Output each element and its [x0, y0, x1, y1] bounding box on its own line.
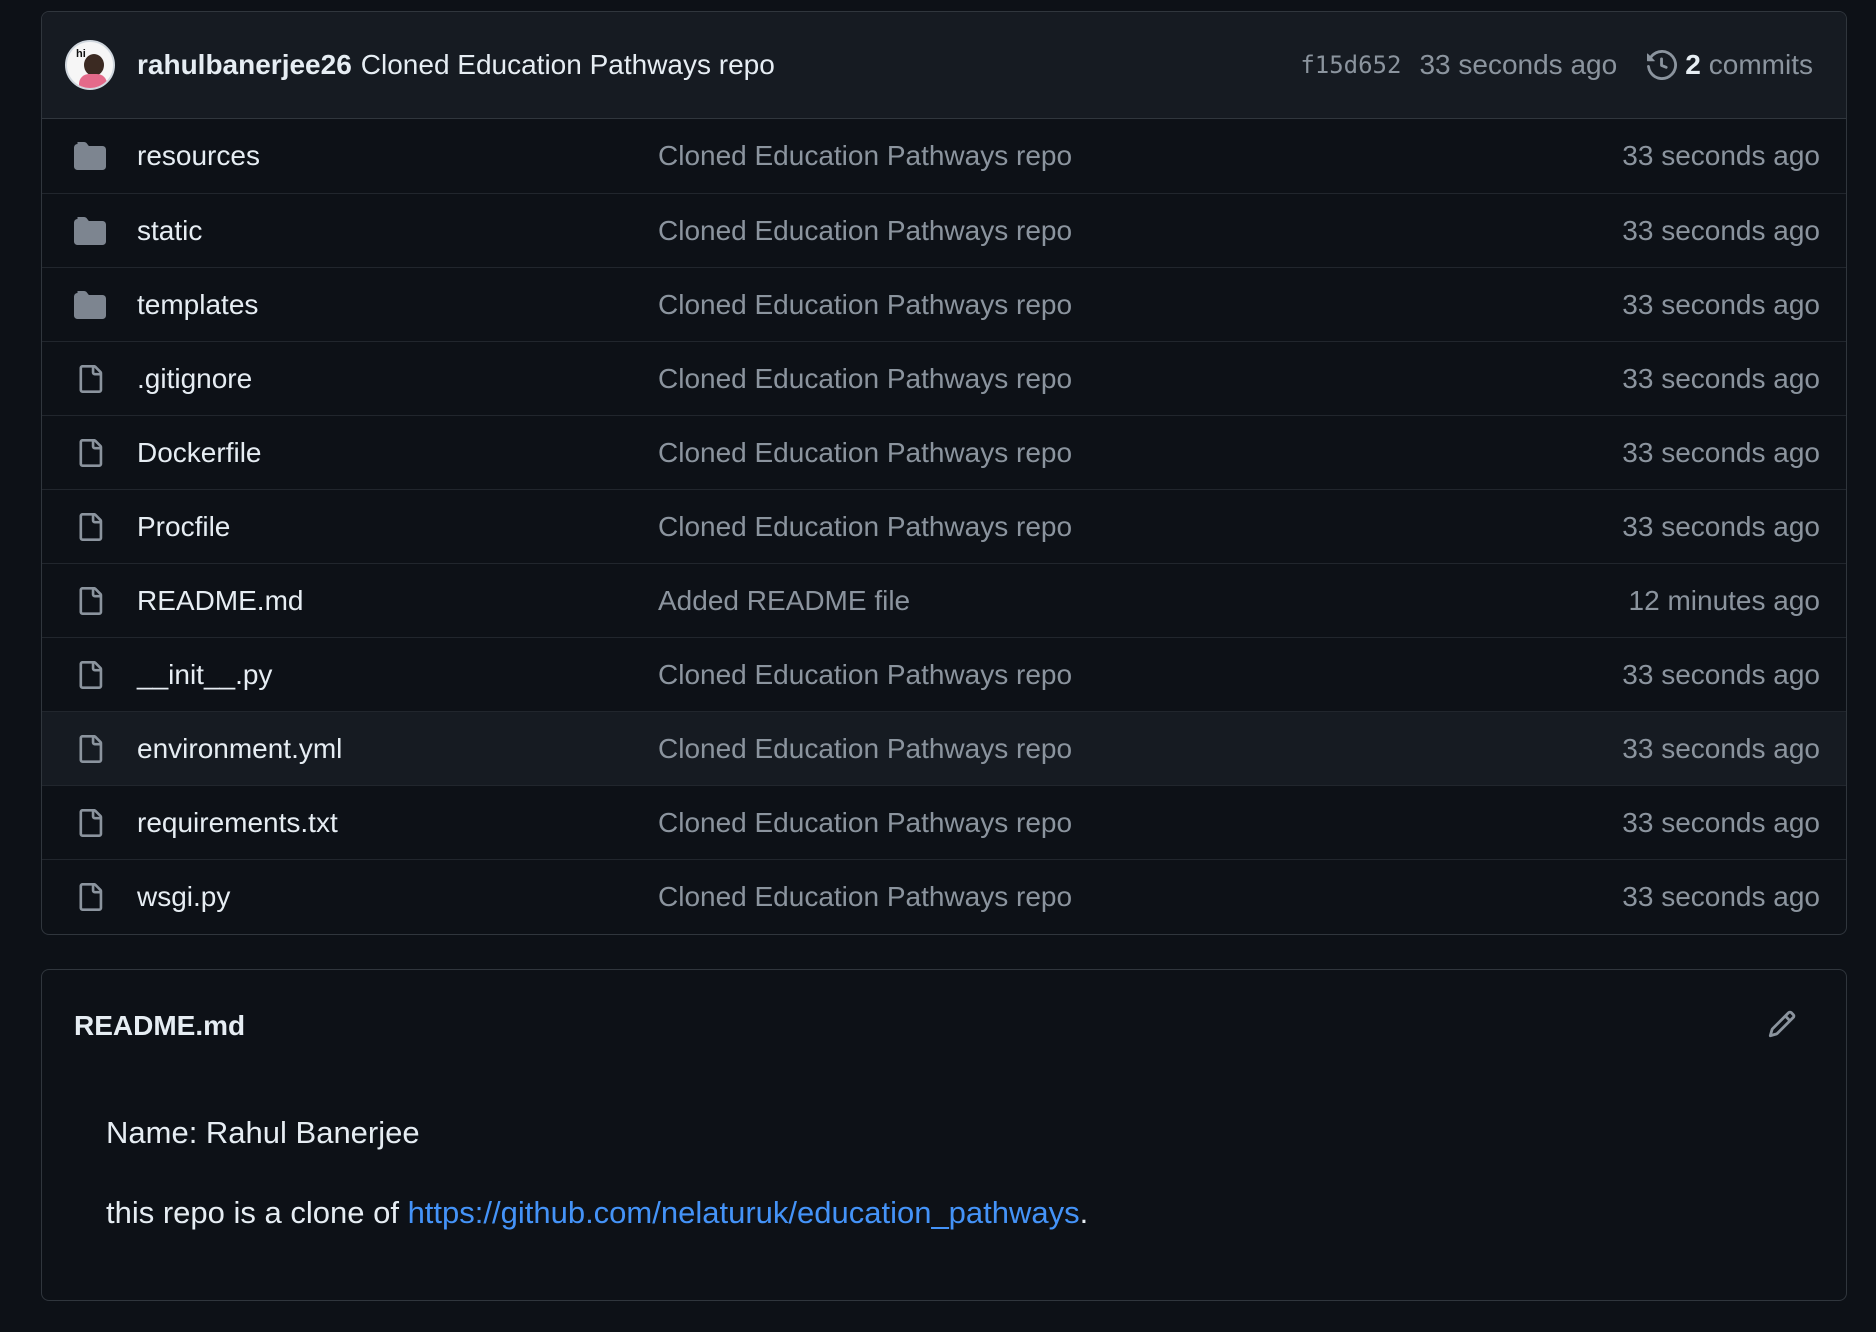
file-icon [73, 364, 107, 394]
file-icon [73, 660, 107, 690]
file-browser: hi rahulbanerjee26 Cloned Education Path… [41, 11, 1847, 935]
file-commit-message-link[interactable]: Cloned Education Pathways repo [658, 659, 1072, 691]
edit-readme-button[interactable] [1764, 1006, 1800, 1042]
file-list: resources Cloned Education Pathways repo 3… [42, 119, 1846, 933]
commits-label: commits [1708, 49, 1813, 80]
author-avatar[interactable]: hi [65, 40, 115, 90]
readme-title[interactable]: README.md [74, 1010, 245, 1042]
file-name-link[interactable]: resources [137, 140, 260, 172]
folder-icon [73, 290, 107, 320]
file-commit-message-link[interactable]: Cloned Education Pathways repo [658, 807, 1072, 839]
file-icon [73, 438, 107, 468]
file-name-link[interactable]: __init__.py [137, 659, 272, 691]
file-name-link[interactable]: templates [137, 289, 258, 321]
file-row[interactable]: wsgi.py Cloned Education Pathways repo 33 … [42, 859, 1846, 933]
readme-name-line: Name: Rahul Banerjee [106, 1115, 420, 1150]
file-row[interactable]: Procfile Cloned Education Pathways repo 33… [42, 489, 1846, 563]
file-commit-time: 33 seconds ago [1622, 362, 1820, 394]
history-icon [1647, 50, 1678, 80]
pencil-icon [1768, 1010, 1796, 1038]
file-commit-time: 33 seconds ago [1622, 732, 1820, 764]
file-row[interactable]: __init__.py Cloned Education Pathways rep… [42, 637, 1846, 711]
file-name-link[interactable]: .gitignore [137, 363, 252, 395]
file-row[interactable]: resources Cloned Education Pathways repo 3… [42, 119, 1846, 193]
file-commit-time: 33 seconds ago [1622, 510, 1820, 542]
file-name-link[interactable]: Dockerfile [137, 437, 261, 469]
file-icon [73, 512, 107, 542]
avatar-text: hi [76, 48, 86, 60]
file-commit-message-link[interactable]: Cloned Education Pathways repo [658, 733, 1072, 765]
readme-clone-text: this repo is a clone of [106, 1195, 408, 1230]
file-name-link[interactable]: static [137, 215, 202, 247]
file-commit-message-link[interactable]: Cloned Education Pathways repo [658, 511, 1072, 543]
commits-history-link[interactable]: 2 commits [1647, 49, 1813, 81]
file-commit-time: 12 minutes ago [1628, 584, 1820, 616]
file-icon [73, 586, 107, 616]
commit-message-link[interactable]: Cloned Education Pathways repo [361, 49, 775, 81]
file-name-link[interactable]: Procfile [137, 511, 230, 543]
file-name-link[interactable]: README.md [137, 585, 303, 617]
commits-count: 2 [1685, 49, 1701, 80]
file-row[interactable]: static Cloned Education Pathways repo 33 s… [42, 193, 1846, 267]
file-commit-time: 33 seconds ago [1622, 436, 1820, 468]
commit-meta: f15d652 33 seconds ago 2 commits [1300, 49, 1813, 81]
file-commit-message-link[interactable]: Cloned Education Pathways repo [658, 881, 1072, 913]
file-commit-message-link[interactable]: Cloned Education Pathways repo [658, 363, 1072, 395]
file-name-link[interactable]: requirements.txt [137, 807, 338, 839]
commit-sha-link[interactable]: f15d652 [1300, 51, 1401, 79]
file-row[interactable]: environment.yml Cloned Education Pathways… [42, 711, 1846, 785]
file-row[interactable]: Dockerfile Cloned Education Pathways repo… [42, 415, 1846, 489]
file-commit-message-link[interactable]: Cloned Education Pathways repo [658, 437, 1072, 469]
file-commit-time: 33 seconds ago [1622, 288, 1820, 320]
file-icon [73, 808, 107, 838]
file-commit-message-link[interactable]: Cloned Education Pathways repo [658, 140, 1072, 172]
readme-source-link[interactable]: https://github.com/nelaturuk/education_p… [408, 1195, 1080, 1230]
file-icon [73, 734, 107, 764]
file-commit-message-link[interactable]: Cloned Education Pathways repo [658, 215, 1072, 247]
file-commit-message-link[interactable]: Added README file [658, 585, 910, 617]
file-commit-message-link[interactable]: Cloned Education Pathways repo [658, 289, 1072, 321]
latest-commit-header: hi rahulbanerjee26 Cloned Education Path… [42, 12, 1846, 119]
folder-icon [73, 141, 107, 171]
file-commit-time: 33 seconds ago [1622, 214, 1820, 246]
file-commit-time: 33 seconds ago [1622, 880, 1820, 912]
folder-icon [73, 216, 107, 246]
file-name-link[interactable]: environment.yml [137, 733, 342, 765]
file-commit-time: 33 seconds ago [1622, 140, 1820, 171]
file-icon [73, 882, 107, 912]
readme-panel: README.md Name: Rahul Banerjee this repo… [41, 969, 1847, 1301]
readme-clone-line: this repo is a clone of https://github.c… [106, 1195, 1088, 1231]
file-commit-time: 33 seconds ago [1622, 806, 1820, 838]
commit-time: 33 seconds ago [1419, 49, 1618, 80]
file-row[interactable]: templates Cloned Education Pathways repo 3… [42, 267, 1846, 341]
file-row[interactable]: README.md Added README file 12 minutes ago [42, 563, 1846, 637]
file-commit-time: 33 seconds ago [1622, 658, 1820, 690]
commit-author-link[interactable]: rahulbanerjee26 [137, 49, 352, 81]
file-row[interactable]: .gitignore Cloned Education Pathways repo… [42, 341, 1846, 415]
file-row[interactable]: requirements.txt Cloned Education Pathway… [42, 785, 1846, 859]
file-name-link[interactable]: wsgi.py [137, 881, 230, 913]
readme-period: . [1079, 1195, 1089, 1230]
